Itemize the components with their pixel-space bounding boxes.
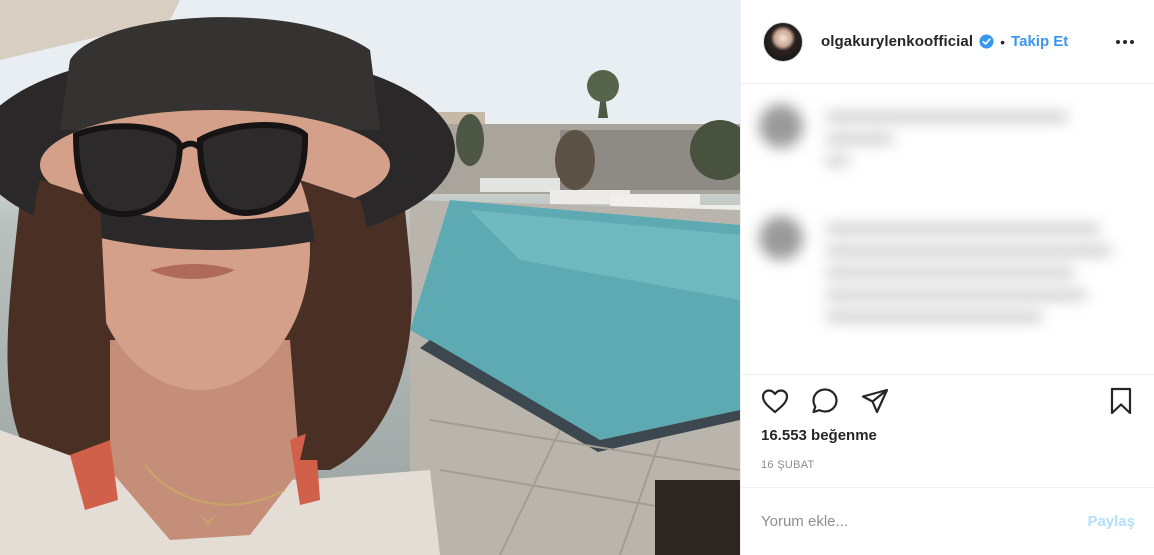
- list-item: [759, 216, 1137, 334]
- comment-line: [825, 246, 1113, 256]
- post-photo[interactable]: [0, 0, 740, 555]
- comment-line: [825, 112, 1069, 122]
- username-link[interactable]: olgakurylenkoofficial: [821, 33, 973, 50]
- likes-count[interactable]: 16.553 beğenme: [761, 427, 877, 444]
- action-bar: [741, 374, 1154, 424]
- comment-input[interactable]: [761, 513, 1088, 530]
- post-header: olgakurylenkoofficial • Takip Et: [741, 0, 1154, 84]
- comment-form: Paylaş: [741, 487, 1154, 555]
- comments-section: [741, 84, 1154, 374]
- bookmark-icon[interactable]: [1105, 385, 1137, 417]
- comment-bubble-icon[interactable]: [809, 385, 841, 417]
- comment-avatar: [759, 216, 803, 260]
- comment-avatar: [759, 104, 803, 148]
- comment-line: [825, 134, 894, 144]
- paper-plane-icon[interactable]: [859, 385, 891, 417]
- list-item: [759, 104, 1137, 178]
- verified-badge-icon: [979, 34, 994, 49]
- comment-line: [825, 268, 1075, 278]
- avatar[interactable]: [763, 21, 803, 62]
- comment-line: [825, 156, 850, 166]
- follow-button[interactable]: Takip Et: [1011, 33, 1068, 50]
- photo-illustration: [0, 0, 740, 555]
- comment-line: [825, 290, 1088, 300]
- header-separator: •: [1000, 33, 1006, 50]
- post-side-panel: olgakurylenkoofficial • Takip Et 16.553 …: [740, 0, 1154, 555]
- blurred-comments: [741, 84, 1154, 374]
- comment-line: [825, 312, 1044, 322]
- post-date[interactable]: 16 ŞUBAT: [761, 459, 815, 471]
- more-options-icon[interactable]: [1113, 30, 1137, 54]
- heart-icon[interactable]: [759, 385, 791, 417]
- post-comment-button[interactable]: Paylaş: [1087, 513, 1135, 530]
- comment-line: [825, 224, 1100, 234]
